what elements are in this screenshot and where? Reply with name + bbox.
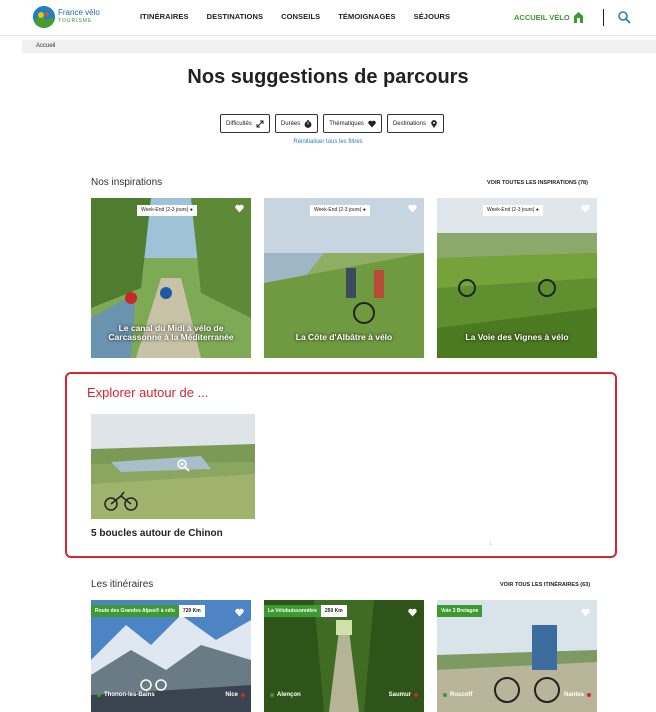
filter-label: Durées [280,120,301,127]
accueil-velo-icon [573,12,583,23]
favorite-heart-icon[interactable] [408,608,417,617]
inspiration-card[interactable]: Week-End (2-3 jours) ● Le canal du Midi … [91,198,251,358]
route-end-label: Saumur [388,692,411,698]
end-dot-icon [414,693,418,697]
page-title: Nos suggestions de parcours [187,66,469,88]
reset-filters-link[interactable]: Réinitialiser tous les filtres [0,139,656,145]
filter-label: Difficultés [226,120,252,127]
logo-line2: TOURISME [58,18,93,24]
route-name: La Vélobuissonnière [264,605,321,617]
route-tag: Voie 3 Bretagne [437,605,483,617]
route-name: Route des Grandes Alpes® à vélo [91,605,179,617]
start-dot-icon [443,693,447,697]
route-end: Saumur [389,692,418,698]
accueil-velo-label: ACCUEIL VÉLO [514,13,570,22]
zoom-icon[interactable] [176,458,190,472]
chinon-image [91,414,255,519]
explore-title: Explorer autour de ... [87,385,209,400]
arrows-icon [256,120,264,127]
timer-icon [304,119,312,128]
itineraries-title: Les itinéraires [91,579,154,590]
favorite-heart-icon[interactable] [581,608,590,617]
scroll-down-icon: ↓ [489,540,493,547]
heart-icon [368,120,376,127]
search-icon[interactable] [617,10,631,24]
nav-destinations[interactable]: DESTINATIONS [207,12,263,21]
inspirations-title: Nos inspirations [91,177,163,188]
inspiration-card[interactable]: Week-End (2-3 jours) ● La Voie des Vigne… [437,198,597,358]
route-end: Nice [225,692,245,698]
route-start: Alençon [270,692,301,698]
itinerary-card[interactable]: La Vélobuissonnière 250 Km Alençon Saumu… [264,600,424,712]
end-dot-icon [587,693,591,697]
route-name: Voie 3 Bretagne [437,605,483,617]
duration-tag: Week-End (2-3 jours) ● [137,205,197,216]
route-end: Nantes [564,692,591,698]
start-dot-icon [270,693,274,697]
card-title: La Voie des Vignes à vélo [465,332,569,342]
itinerary-card[interactable]: Route des Grandes Alpes® à vélo 720 Km T… [91,600,251,712]
duration-tag-label: Week-End (2-3 jours) [487,207,535,213]
card-title: La Côte d'Albâtre à vélo [295,332,393,342]
page: France vélo TOURISME ITINÉRAIRES DESTINA… [0,0,656,712]
duration-tag-label: Week-End (2-3 jours) [141,207,189,213]
route-end-label: Nice [225,692,238,698]
route-end-label: Nantes [563,692,584,698]
logo-line1: France vélo [58,8,100,17]
nav-sejours[interactable]: SÉJOURS [414,12,451,21]
header-separator [603,9,604,26]
filter-label: Thématiques [329,120,364,127]
filter-destinations[interactable]: Destinations [386,114,444,133]
logo-text: France vélo TOURISME [58,9,100,25]
site-header: France vélo TOURISME ITINÉRAIRES DESTINA… [0,0,656,36]
favorite-heart-icon[interactable] [235,608,244,617]
inspirations-see-all-link[interactable]: VOIR TOUTES LES INSPIRATIONS (78) [487,180,588,186]
route-start-label: Alençon [277,692,301,698]
route-tag: Route des Grandes Alpes® à vélo 720 Km [91,605,205,617]
timer-icon: ● [362,207,366,213]
timer-icon: ● [189,207,193,213]
route-start: Thonon-les-Bains [97,692,155,698]
route-distance: 720 Km [178,605,205,617]
filters-bar: Difficultés Durées Thématiques Destinati… [220,114,444,133]
favorite-heart-icon[interactable] [581,204,590,213]
filter-thematiques[interactable]: Thématiques [323,114,382,133]
duration-tag-label: Week-End (2-3 jours) [314,207,362,213]
filter-difficultes[interactable]: Difficultés [220,114,270,133]
route-start-label: Thonon-les-Bains [104,692,155,698]
end-dot-icon [241,693,245,697]
itineraries-see-all-link[interactable]: VOIR TOUS LES ITINÉRAIRES (63) [500,582,590,588]
favorite-heart-icon[interactable] [235,204,244,213]
duration-tag: Week-End (2-3 jours) ● [310,205,370,216]
route-start: Roscoff [443,692,472,698]
breadcrumb: Accueil [22,40,656,53]
nav-itineraires[interactable]: ITINÉRAIRES [140,12,189,21]
filter-label: Destinations [392,120,426,127]
accueil-velo-link[interactable]: ACCUEIL VÉLO [514,12,583,23]
logo[interactable]: France vélo TOURISME [33,6,100,28]
explore-card-title[interactable]: 5 boucles autour de Chinon [91,528,223,539]
favorite-heart-icon[interactable] [408,204,417,213]
itinerary-card[interactable]: Voie 3 Bretagne Roscoff Nantes [437,600,597,712]
main-nav: ITINÉRAIRES DESTINATIONS CONSEILS TÉMOIG… [140,12,468,21]
duration-tag: Week-End (2-3 jours) ● [483,205,543,216]
pin-icon [431,119,437,128]
filter-durees[interactable]: Durées [274,114,319,133]
start-dot-icon [97,693,101,697]
card-title: Le canal du Midi à vélo de Carcassonne à… [108,323,234,342]
timer-icon: ● [535,207,539,213]
route-start-label: Roscoff [450,692,473,698]
explore-card-image[interactable] [91,414,255,519]
breadcrumb-home[interactable]: Accueil [36,43,55,49]
nav-temoignages[interactable]: TÉMOIGNAGES [338,12,395,21]
inspiration-card[interactable]: Week-End (2-3 jours) ● La Côte d'Albâtre… [264,198,424,358]
nav-conseils[interactable]: CONSEILS [281,12,320,21]
route-tag: La Vélobuissonnière 250 Km [264,605,347,617]
logo-mark-icon [33,6,55,28]
route-distance: 250 Km [320,605,347,617]
